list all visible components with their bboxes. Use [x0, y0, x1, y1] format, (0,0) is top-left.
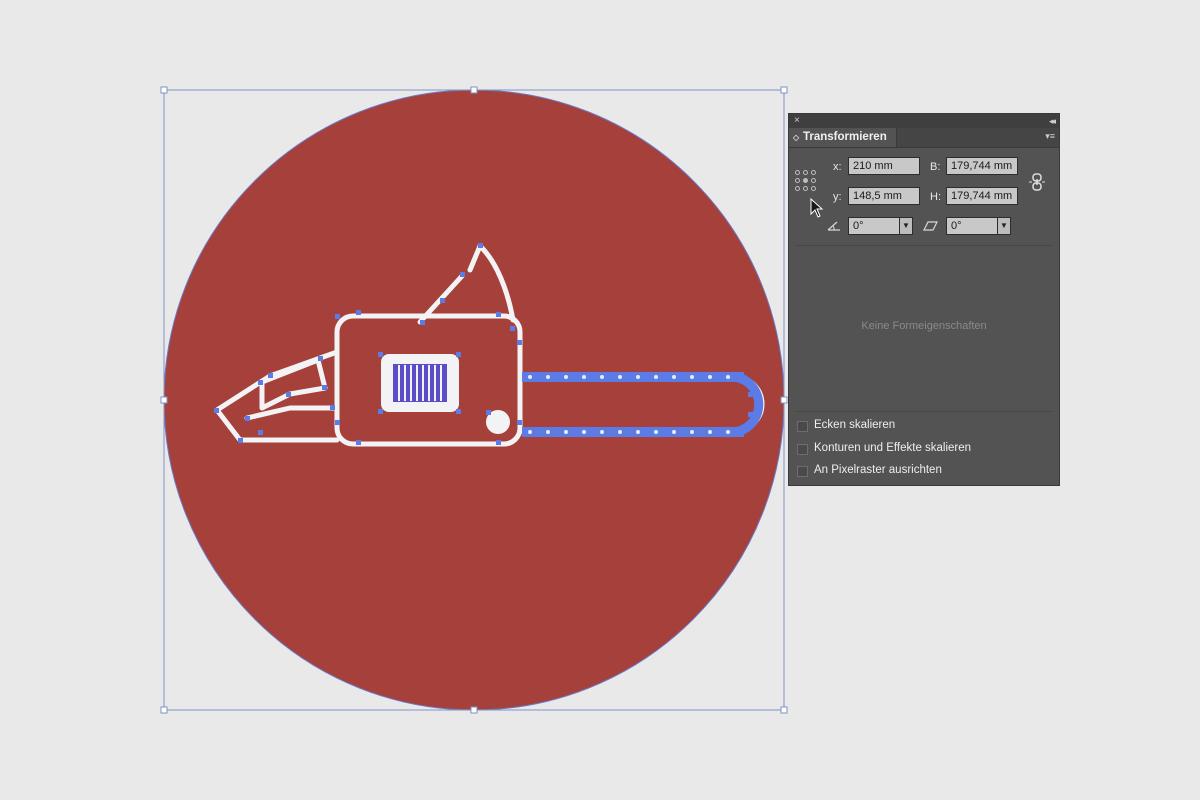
scale-strokes-effects-label: Konturen und Effekte skalieren	[814, 442, 972, 454]
mouse-cursor-icon	[810, 198, 824, 218]
align-pixel-grid-label: An Pixelraster ausrichten	[814, 464, 942, 476]
reference-point-icon[interactable]	[795, 170, 817, 192]
x-label: x:	[833, 161, 842, 173]
shear-angle-icon	[923, 221, 938, 231]
rotate-field[interactable]: 0°	[848, 217, 900, 235]
y-label: y:	[833, 191, 842, 203]
width-field[interactable]: 179,744 mm	[946, 157, 1018, 175]
panel-title-bar[interactable]: × ◂◂	[789, 114, 1059, 128]
collapse-panel-icon[interactable]: ◂◂	[1049, 114, 1056, 128]
x-position-field[interactable]: 210 mm	[848, 157, 920, 175]
link-proportions-icon[interactable]	[1028, 172, 1046, 192]
align-pixel-grid-checkbox[interactable]	[797, 466, 808, 477]
shear-dropdown-icon[interactable]: ▼	[997, 217, 1011, 235]
tab-transform-label: Transformieren	[803, 131, 887, 143]
no-shape-properties-message: Keine Formeigenschaften	[861, 320, 987, 332]
transform-panel: × ◂◂ ◇ Transformieren ▾≡ x: 210 mm B: 17…	[788, 113, 1060, 486]
scale-corners-checkbox[interactable]	[797, 421, 808, 432]
air-filter-grille	[381, 354, 459, 412]
panel-tab-bar: ◇ Transformieren ▾≡	[789, 128, 1059, 148]
width-label: B:	[930, 161, 941, 173]
tab-transform[interactable]: ◇ Transformieren	[789, 128, 897, 147]
scale-strokes-effects-checkbox[interactable]	[797, 444, 808, 455]
red-circle-shape[interactable]	[163, 89, 785, 711]
divider	[795, 411, 1053, 412]
close-icon[interactable]: ×	[794, 114, 800, 128]
shear-field[interactable]: 0°	[946, 217, 998, 235]
y-position-field[interactable]: 148,5 mm	[848, 187, 920, 205]
height-field[interactable]: 179,744 mm	[946, 187, 1018, 205]
height-label: H:	[930, 191, 941, 203]
rotate-angle-icon	[827, 221, 840, 231]
scale-corners-label: Ecken skalieren	[814, 419, 896, 431]
rotate-dropdown-icon[interactable]: ▼	[899, 217, 913, 235]
panel-menu-icon[interactable]: ▾≡	[1045, 131, 1055, 142]
divider	[795, 245, 1053, 246]
tab-toggle-icon[interactable]: ◇	[793, 128, 799, 147]
